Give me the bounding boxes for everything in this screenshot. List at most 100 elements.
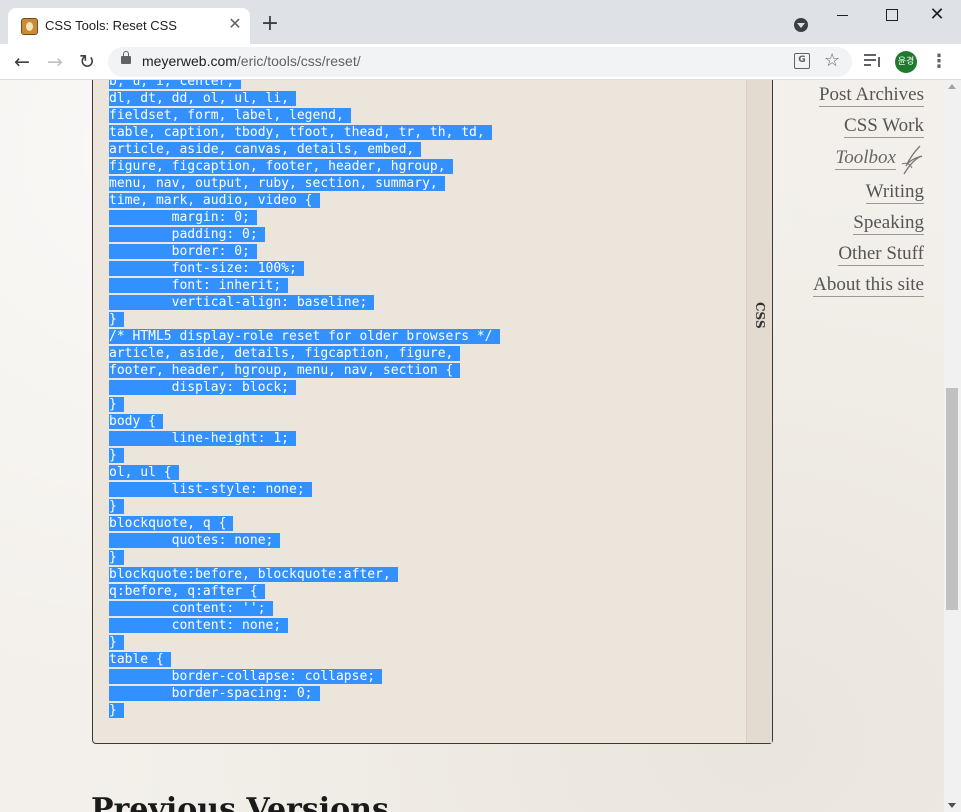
scroll-up-arrow-icon[interactable] <box>948 84 956 89</box>
selected-text: border-spacing: 0; <box>109 686 320 701</box>
code-language-label: CSS <box>753 302 767 329</box>
tab-close-icon[interactable]: ✕ <box>227 16 243 32</box>
code-line: article, aside, details, figcaption, fig… <box>109 345 500 362</box>
code-line: border-collapse: collapse; <box>109 668 500 685</box>
quill-icon <box>901 145 923 175</box>
code-line: blockquote, q { <box>109 515 500 532</box>
code-line: blockquote:before, blockquote:after, <box>109 566 500 583</box>
bookmark-star-icon[interactable]: ☆ <box>824 50 840 71</box>
selected-text: menu, nav, output, ruby, section, summar… <box>109 176 445 191</box>
selected-text: content: none; <box>109 618 289 633</box>
selected-text: } <box>109 703 124 718</box>
tab-search-icon[interactable] <box>794 18 808 32</box>
code-line: /* HTML5 display-role reset for older br… <box>109 328 500 345</box>
code-line: footer, header, hgroup, menu, nav, secti… <box>109 362 500 379</box>
code-line: } <box>109 498 500 515</box>
selected-text: content: ''; <box>109 601 273 616</box>
code-line: } <box>109 549 500 566</box>
profile-avatar[interactable]: 윤경 <box>895 51 917 73</box>
code-line: line-height: 1; <box>109 430 500 447</box>
url-path: /eric/tools/css/reset/ <box>236 53 361 69</box>
vertical-scrollbar[interactable] <box>944 80 961 812</box>
code-line: } <box>109 634 500 651</box>
selected-text: table { <box>109 652 171 667</box>
code-line: table, caption, tbody, tfoot, thead, tr,… <box>109 124 500 141</box>
media-control-icon[interactable] <box>864 52 882 70</box>
code-line: article, aside, canvas, details, embed, <box>109 141 500 158</box>
selected-text: dl, dt, dd, ol, ul, li, <box>109 91 297 106</box>
selected-text: q:before, q:after { <box>109 584 265 599</box>
code-line: q:before, q:after { <box>109 583 500 600</box>
code-line: padding: 0; <box>109 226 500 243</box>
code-line: menu, nav, output, ruby, section, summar… <box>109 175 500 192</box>
nav-link-post-archives[interactable]: Post Archives <box>818 84 924 107</box>
code-line: } <box>109 396 500 413</box>
code-line: display: block; <box>109 379 500 396</box>
selected-text: margin: 0; <box>109 210 257 225</box>
code-line: } <box>109 311 500 328</box>
translate-icon[interactable]: G <box>794 53 810 69</box>
code-gutter: CSS <box>746 80 772 743</box>
nav-link-css-work[interactable]: CSS Work <box>844 115 924 138</box>
code-content[interactable]: b, u, i, center, dl, dt, dd, ol, ul, li, f… <box>109 80 500 719</box>
nav-link-writing[interactable]: Writing <box>865 181 924 204</box>
selected-text: body { <box>109 414 163 429</box>
code-line: content: ''; <box>109 600 500 617</box>
selected-text: } <box>109 397 124 412</box>
maximize-button[interactable] <box>869 4 913 26</box>
url-text[interactable]: meyerweb.com/eric/tools/css/reset/ <box>142 53 361 69</box>
section-heading: Previous Versions <box>91 792 389 812</box>
selected-text: table, caption, tbody, tfoot, thead, tr,… <box>109 125 492 140</box>
selected-text: figure, figcaption, footer, header, hgro… <box>109 159 453 174</box>
code-line: figure, figcaption, footer, header, hgro… <box>109 158 500 175</box>
kebab-menu-icon[interactable]: ⋮ <box>930 52 948 72</box>
forward-arrow-icon[interactable]: → <box>43 50 67 74</box>
page-viewport: b, u, i, center, dl, dt, dd, ol, ul, li, f… <box>0 80 944 812</box>
selected-text: } <box>109 448 124 463</box>
code-line: } <box>109 447 500 464</box>
address-bar[interactable]: meyerweb.com/eric/tools/css/reset/ G ☆ <box>108 47 852 77</box>
selected-text: time, mark, audio, video { <box>109 193 320 208</box>
back-arrow-icon[interactable]: ← <box>10 50 34 74</box>
site-favicon-icon <box>21 18 38 35</box>
nav-link-about[interactable]: About this site <box>813 274 924 297</box>
active-tab[interactable]: CSS Tools: Reset CSS ✕ <box>8 8 250 44</box>
selected-text: footer, header, hgroup, menu, nav, secti… <box>109 363 461 378</box>
code-line: time, mark, audio, video { <box>109 192 500 209</box>
selected-text: /* HTML5 display-role reset for older br… <box>109 329 500 344</box>
code-line: b, u, i, center, <box>109 80 500 90</box>
lock-icon[interactable] <box>121 51 131 64</box>
selected-text: article, aside, canvas, details, embed, <box>109 142 422 157</box>
selected-text: vertical-align: baseline; <box>109 295 375 310</box>
selected-text: font-size: 100%; <box>109 261 304 276</box>
browser-toolbar: ← → ↻ meyerweb.com/eric/tools/css/reset/… <box>0 44 961 80</box>
selected-text: line-height: 1; <box>109 431 297 446</box>
code-line: ol, ul { <box>109 464 500 481</box>
selected-text: list-style: none; <box>109 482 312 497</box>
selected-text: padding: 0; <box>109 227 265 242</box>
scroll-down-arrow-icon[interactable] <box>948 803 956 808</box>
selected-text: ol, ul { <box>109 465 179 480</box>
code-line: margin: 0; <box>109 209 500 226</box>
code-line: border-spacing: 0; <box>109 685 500 702</box>
code-line: quotes: none; <box>109 532 500 549</box>
nav-link-other-stuff[interactable]: Other Stuff <box>838 243 924 266</box>
code-line: content: none; <box>109 617 500 634</box>
selected-text: quotes: none; <box>109 533 281 548</box>
reload-icon[interactable]: ↻ <box>75 50 99 74</box>
new-tab-button[interactable]: + <box>259 13 281 35</box>
nav-link-speaking[interactable]: Speaking <box>853 212 924 235</box>
selected-text: blockquote:before, blockquote:after, <box>109 567 398 582</box>
selected-text: border-collapse: collapse; <box>109 669 383 684</box>
code-line: table { <box>109 651 500 668</box>
nav-link-toolbox[interactable]: Toolbox <box>835 147 896 170</box>
selected-text: display: block; <box>109 380 297 395</box>
code-line: font-size: 100%; <box>109 260 500 277</box>
minimize-button[interactable] <box>821 4 865 26</box>
selected-text: border: 0; <box>109 244 257 259</box>
code-line: body { <box>109 413 500 430</box>
scroll-thumb[interactable] <box>946 388 958 610</box>
window-close-button[interactable]: ✕ <box>915 4 959 26</box>
code-line: border: 0; <box>109 243 500 260</box>
tab-strip: CSS Tools: Reset CSS ✕ + ✕ <box>0 0 961 44</box>
